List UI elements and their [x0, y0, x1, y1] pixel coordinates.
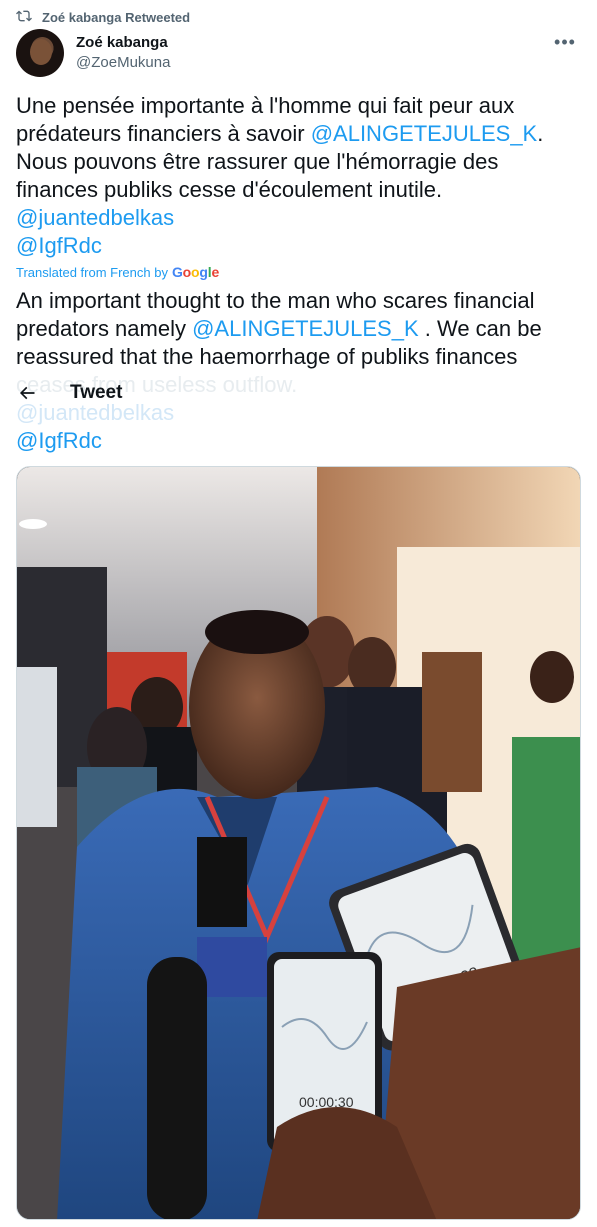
microphone — [197, 837, 247, 927]
avatar[interactable] — [16, 29, 64, 77]
mention-link[interactable]: @ALINGETEJULES_K — [192, 316, 419, 341]
tweet-text-line1-end: . — [537, 121, 544, 146]
author-names: Zoé kabanga @ZoeMukuna — [76, 33, 170, 73]
mention-link[interactable]: @IgfRdc — [16, 233, 102, 258]
author-handle[interactable]: @ZoeMukuna — [76, 53, 170, 73]
retweet-text[interactable]: Zoé kabanga Retweeted — [42, 10, 190, 25]
more-options-button[interactable]: ••• — [549, 30, 581, 54]
overlay-header: Tweet — [0, 376, 597, 410]
tweet-photo[interactable]: 00:00:28 00:00:30 — [16, 466, 581, 1220]
tweet-header: Zoé kabanga @ZoeMukuna ••• — [16, 26, 581, 80]
tweet-text-line2: Nous pouvons être rassurer que l'hémorra… — [16, 149, 499, 202]
mention-link[interactable]: @ALINGETEJULES_K — [311, 121, 538, 146]
more-icon: ••• — [554, 31, 576, 52]
retweet-indicator: Zoé kabanga Retweeted — [16, 8, 190, 26]
arrow-left-icon[interactable] — [16, 382, 38, 404]
google-logo: Google — [171, 264, 220, 280]
tweet-body: Une pensée importante à l'homme qui fait… — [16, 92, 576, 260]
overlay-title: Tweet — [70, 382, 123, 403]
translated-body: An important thought to the man who scar… — [16, 287, 581, 455]
retweet-icon — [16, 8, 32, 27]
microphone — [147, 957, 207, 1219]
mention-link[interactable]: @IgfRdc — [16, 428, 102, 453]
translation-attribution[interactable]: Translated from French by Google — [16, 263, 219, 281]
translation-label: Translated from French by — [16, 264, 168, 280]
author-display-name[interactable]: Zoé kabanga — [76, 33, 170, 53]
mention-link[interactable]: @juantedbelkas — [16, 205, 174, 230]
background-person — [530, 651, 574, 703]
